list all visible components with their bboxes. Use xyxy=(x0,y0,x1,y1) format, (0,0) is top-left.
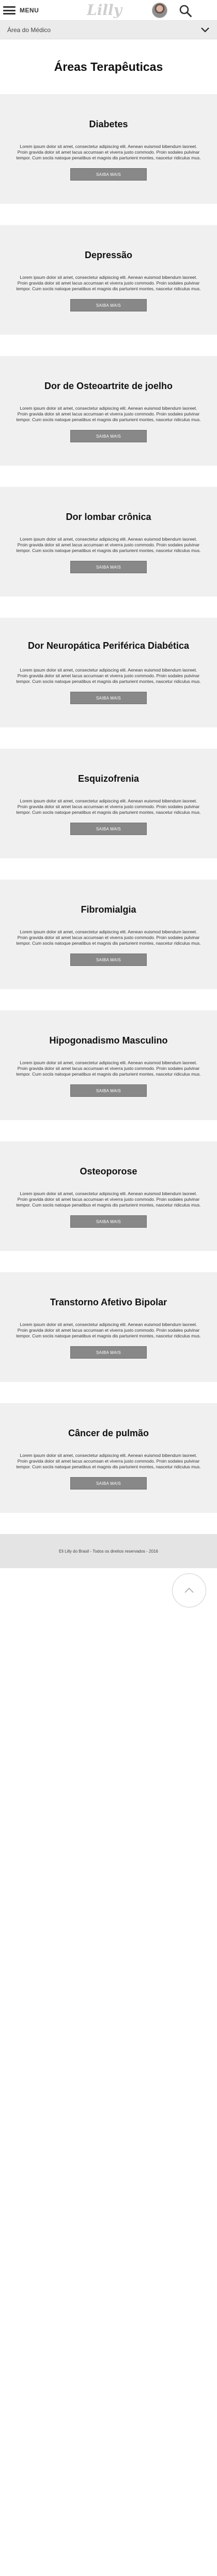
area-card-osteoporose: Osteoporose Lorem ipsum dolor sit amet, … xyxy=(0,1141,217,1251)
area-description: Lorem ipsum dolor sit amet, consectetur … xyxy=(16,929,201,946)
area-description: Lorem ipsum dolor sit amet, consectetur … xyxy=(16,798,201,815)
site-header: MENU Lilly xyxy=(0,0,217,21)
area-description: Lorem ipsum dolor sit amet, consectetur … xyxy=(16,667,201,684)
area-title: Dor lombar crônica xyxy=(66,512,151,522)
area-title: Diabetes xyxy=(89,119,128,129)
area-card-dor-lombar: Dor lombar crônica Lorem ipsum dolor sit… xyxy=(0,487,217,597)
bottom-area xyxy=(0,1568,217,1622)
area-card-fibromialgia: Fibromialgia Lorem ipsum dolor sit amet,… xyxy=(0,880,217,989)
saiba-mais-button[interactable]: SAIBA MAIS xyxy=(70,430,147,442)
area-title: Esquizofrenia xyxy=(78,773,140,784)
chevron-up-icon xyxy=(184,1587,194,1593)
area-description: Lorem ipsum dolor sit amet, consectetur … xyxy=(16,1322,201,1338)
saiba-mais-button[interactable]: SAIBA MAIS xyxy=(70,692,147,704)
saiba-mais-button[interactable]: SAIBA MAIS xyxy=(70,561,147,573)
area-dropdown-label: Área do Médico xyxy=(7,26,51,34)
area-title: Hipogonadismo Masculino xyxy=(49,1035,168,1046)
saiba-mais-button[interactable]: SAIBA MAIS xyxy=(70,168,147,181)
search-icon[interactable] xyxy=(179,4,192,18)
footer-copyright: Eli Lilly do Brasil - Todos os direitos … xyxy=(59,1548,158,1554)
area-description: Lorem ipsum dolor sit amet, consectetur … xyxy=(16,406,201,422)
lilly-logo[interactable]: Lilly xyxy=(87,2,122,19)
area-title: Câncer de pulmão xyxy=(68,1428,149,1438)
area-title: Osteoporose xyxy=(80,1166,137,1177)
saiba-mais-button[interactable]: SAIBA MAIS xyxy=(70,954,147,966)
area-card-diabetes: Diabetes Lorem ipsum dolor sit amet, con… xyxy=(0,94,217,204)
area-card-esquizofrenia: Esquizofrenia Lorem ipsum dolor sit amet… xyxy=(0,749,217,858)
area-title: Transtorno Afetivo Bipolar xyxy=(50,1297,167,1307)
area-card-cancer-pulmao: Câncer de pulmão Lorem ipsum dolor sit a… xyxy=(0,1403,217,1513)
area-description: Lorem ipsum dolor sit amet, consectetur … xyxy=(16,275,201,291)
saiba-mais-button[interactable]: SAIBA MAIS xyxy=(70,1084,147,1097)
user-avatar[interactable] xyxy=(152,3,167,18)
site-footer: Eli Lilly do Brasil - Todos os direitos … xyxy=(0,1534,217,1568)
saiba-mais-button[interactable]: SAIBA MAIS xyxy=(70,823,147,835)
area-card-hipogonadismo: Hipogonadismo Masculino Lorem ipsum dolo… xyxy=(0,1010,217,1120)
therapeutic-areas-list: Diabetes Lorem ipsum dolor sit amet, con… xyxy=(0,94,217,1513)
area-title: Fibromialgia xyxy=(81,904,136,915)
page-title: Áreas Terapêuticas xyxy=(54,59,163,73)
area-card-dor-neuropatica: Dor Neuropática Periférica Diabética Lor… xyxy=(0,618,217,727)
area-title: Dor Neuropática Periférica Diabética xyxy=(27,641,190,651)
area-description: Lorem ipsum dolor sit amet, consectetur … xyxy=(16,1191,201,1208)
area-description: Lorem ipsum dolor sit amet, consectetur … xyxy=(16,1060,201,1077)
area-card-depressao: Depressão Lorem ipsum dolor sit amet, co… xyxy=(0,225,217,335)
area-description: Lorem ipsum dolor sit amet, consectetur … xyxy=(16,537,201,553)
area-description: Lorem ipsum dolor sit amet, consectetur … xyxy=(16,1453,201,1469)
menu-button[interactable]: MENU xyxy=(0,0,48,21)
saiba-mais-button[interactable]: SAIBA MAIS xyxy=(70,1477,147,1490)
area-card-transtorno-bipolar: Transtorno Afetivo Bipolar Lorem ipsum d… xyxy=(0,1272,217,1382)
area-card-osteoartrite: Dor de Osteoartrite de joelho Lorem ipsu… xyxy=(0,356,217,466)
saiba-mais-button[interactable]: SAIBA MAIS xyxy=(70,299,147,311)
saiba-mais-button[interactable]: SAIBA MAIS xyxy=(70,1215,147,1228)
saiba-mais-button[interactable]: SAIBA MAIS xyxy=(70,1346,147,1359)
area-title: Dor de Osteoartrite de joelho xyxy=(44,381,173,391)
area-title: Depressão xyxy=(84,250,133,260)
area-dropdown[interactable]: Área do Médico xyxy=(0,21,217,39)
area-description: Lorem ipsum dolor sit amet, consectetur … xyxy=(16,144,201,160)
chevron-down-icon xyxy=(201,27,209,33)
hamburger-icon xyxy=(3,6,16,14)
back-to-top-button[interactable] xyxy=(172,1573,206,1607)
menu-label: MENU xyxy=(20,7,39,14)
